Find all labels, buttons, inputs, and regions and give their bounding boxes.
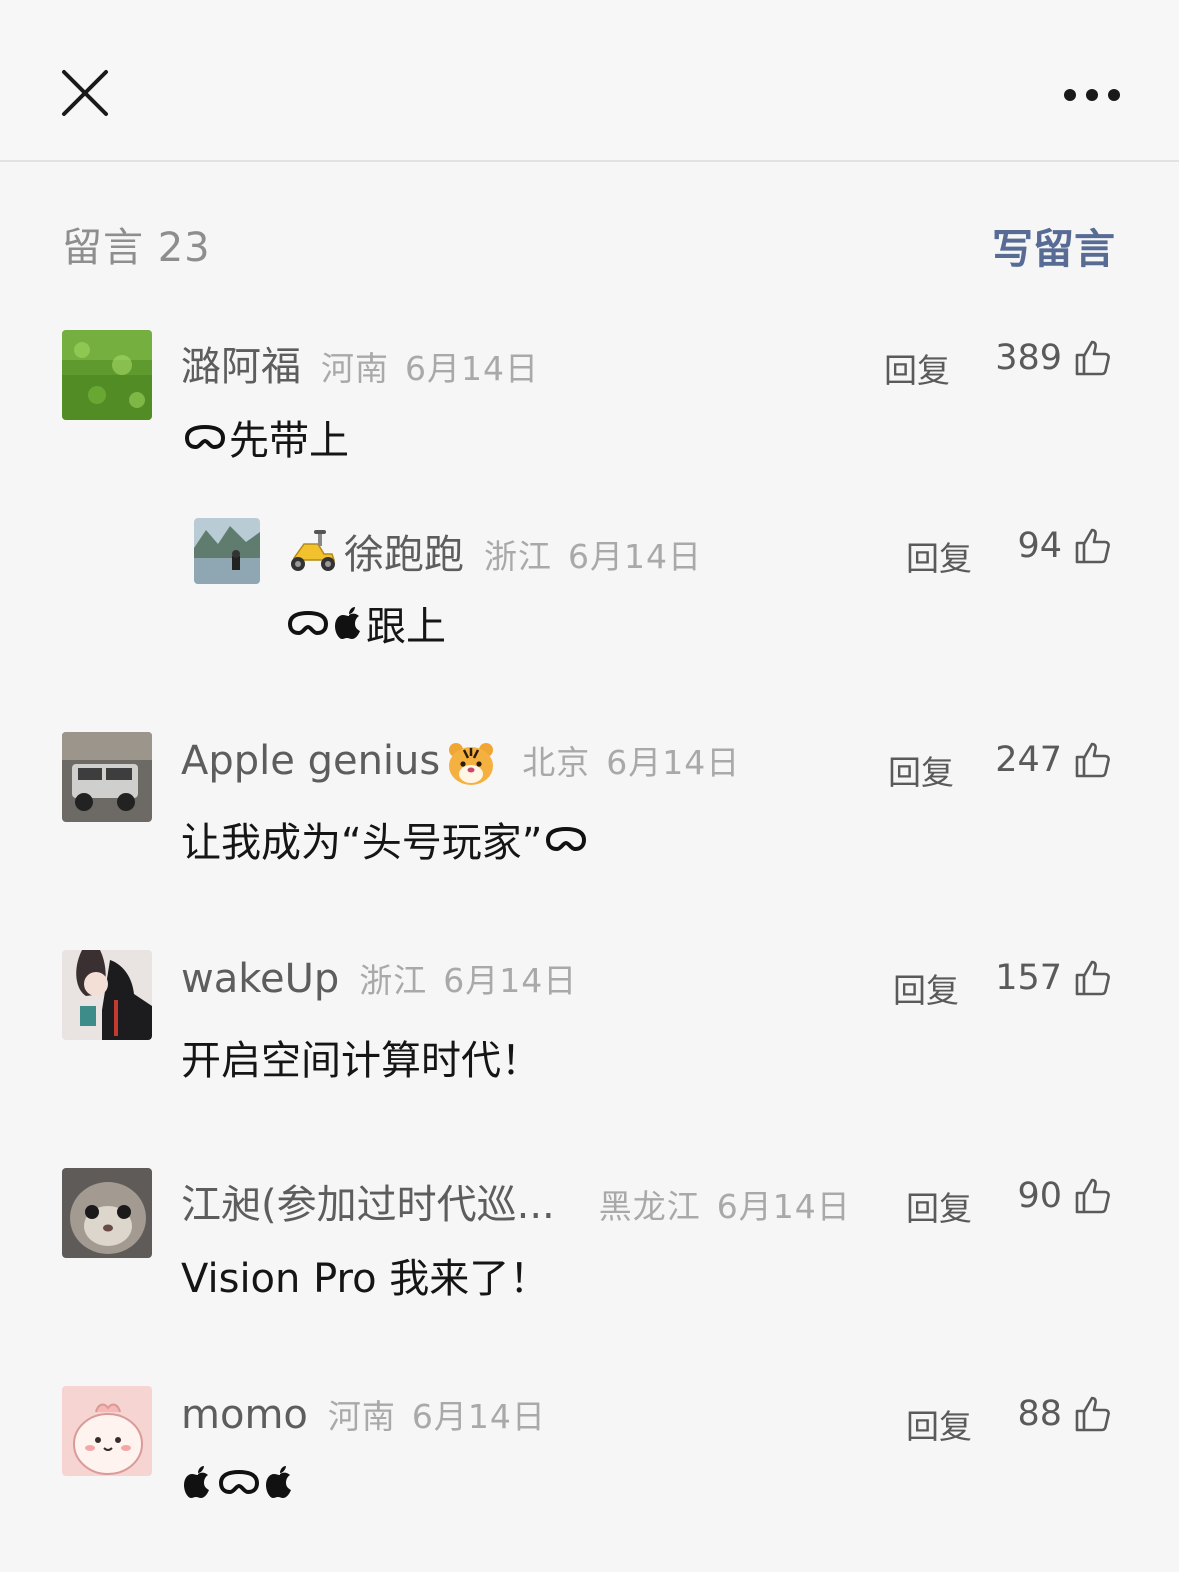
write-comment-button[interactable]: 写留言 (992, 215, 1115, 275)
comment-text-content: 开启空间计算时代！ (181, 1038, 541, 1084)
like-button[interactable]: 88 (1017, 1394, 1112, 1434)
author-line: 徐跑跑 浙江 6月14日 (284, 522, 702, 578)
comment-region: 北京 (522, 743, 591, 782)
like-button[interactable]: 389 (995, 338, 1112, 378)
comment-date: 6月14日 (411, 1397, 546, 1436)
author-name[interactable]: 江昶(参加过时代巡... (181, 1172, 555, 1230)
comments-count: 留言 23 (62, 225, 211, 271)
author-name[interactable]: momo (181, 1392, 308, 1438)
comment-region: 河南 (327, 1397, 396, 1436)
like-button[interactable]: 94 (1017, 526, 1112, 566)
like-count: 247 (995, 740, 1062, 780)
comment-item: Apple genius 北京 6月14日 回复 247 让我成为“头号玩家” (0, 732, 1179, 882)
author-line: momo 河南 6月14日 (181, 1390, 546, 1446)
like-count: 157 (995, 958, 1062, 998)
thumbs-up-icon (1075, 1178, 1110, 1214)
comment-text (181, 1464, 297, 1500)
apple-logo-icon (184, 1466, 209, 1498)
author-line: wakeUp 浙江 6月14日 (181, 954, 577, 1010)
like-button[interactable]: 157 (995, 958, 1112, 998)
apple-logo-icon (335, 607, 360, 639)
vision-pro-icon (218, 1469, 260, 1495)
close-icon[interactable] (58, 66, 112, 120)
avatar[interactable] (62, 1386, 152, 1476)
comment-text: 让我成为“头号玩家” (181, 810, 590, 868)
reply-button[interactable]: 回复 (893, 964, 959, 1012)
author-line: Apple genius 北京 6月14日 (181, 736, 740, 792)
author-name[interactable]: wakeUp (181, 956, 339, 1002)
comment-date: 6月14日 (443, 961, 578, 1000)
reply-button[interactable]: 回复 (884, 344, 950, 392)
reply-button[interactable]: 回复 (906, 1182, 972, 1230)
comment-date: 6月14日 (568, 537, 702, 576)
comment-region: 黑龙江 (598, 1187, 701, 1226)
tiger-emoji (449, 743, 494, 785)
comment-text: 先带上 (181, 408, 349, 466)
close-button[interactable] (58, 66, 112, 120)
comment-item: momo 河南 6月14日 回复 88 (0, 1386, 1179, 1536)
scooter-emoji (291, 530, 336, 571)
more-icon[interactable] (1060, 82, 1124, 108)
like-count: 94 (1017, 526, 1062, 566)
avatar[interactable] (62, 950, 152, 1040)
author-line: 潞阿福 河南 6月14日 (181, 334, 539, 390)
comment-date: 6月14日 (405, 349, 539, 388)
comments-header: 留言 23 写留言 (0, 215, 1179, 275)
avatar[interactable] (194, 518, 260, 584)
author-name[interactable]: 徐跑跑 (344, 522, 464, 580)
more-button[interactable] (1060, 82, 1124, 108)
thumbs-up-icon (1075, 960, 1110, 996)
thumbs-up-icon (1075, 528, 1110, 564)
comment-region: 河南 (321, 349, 389, 388)
reply-button[interactable]: 回复 (906, 532, 972, 580)
avatar[interactable] (62, 330, 152, 420)
comment-item: 江昶(参加过时代巡... 黑龙江 6月14日 回复 90 Vision Pro … (0, 1168, 1179, 1318)
reply-button[interactable]: 回复 (888, 746, 954, 794)
comment-item: wakeUp 浙江 6月14日 回复 157 开启空间计算时代！ (0, 950, 1179, 1100)
avatar[interactable] (62, 732, 152, 822)
reply-button[interactable]: 回复 (906, 1400, 972, 1448)
author-line: 江昶(参加过时代巡... 黑龙江 6月14日 (181, 1172, 851, 1228)
comment-text: 跟上 (284, 594, 446, 652)
thumbs-up-icon (1075, 1396, 1110, 1432)
vision-pro-icon (546, 826, 587, 852)
like-button[interactable]: 247 (995, 740, 1112, 780)
like-count: 88 (1017, 1394, 1062, 1434)
apple-logo-icon (266, 1466, 291, 1498)
thumbs-up-icon (1075, 742, 1110, 778)
comment-text: 开启空间计算时代！ (181, 1028, 541, 1086)
comment-item: 潞阿福 河南 6月14日 回复 389 先带上 (0, 330, 1179, 480)
like-count: 389 (995, 338, 1062, 378)
vision-pro-icon (184, 424, 226, 450)
like-button[interactable]: 90 (1017, 1176, 1112, 1216)
comment-text-content: 让我成为“头号玩家” (181, 820, 543, 866)
comment-text: Vision Pro 我来了！ (181, 1246, 549, 1304)
comment-date: 6月14日 (716, 1187, 851, 1226)
reply-item: 徐跑跑 浙江 6月14日 回复 94 跟上 (0, 518, 1179, 650)
top-bar (0, 0, 1179, 162)
avatar[interactable] (62, 1168, 152, 1258)
comment-text-content: Vision Pro 我来了！ (181, 1256, 550, 1302)
vision-pro-icon (287, 610, 329, 636)
author-name[interactable]: 潞阿福 (181, 334, 301, 392)
comment-region: 浙江 (359, 961, 428, 1000)
like-count: 90 (1017, 1176, 1062, 1216)
comment-region: 浙江 (484, 537, 552, 576)
comment-date: 6月14日 (606, 743, 741, 782)
thumbs-up-icon (1075, 340, 1110, 376)
author-name[interactable]: Apple genius (181, 738, 440, 784)
comment-text-content: 跟上 (366, 604, 446, 650)
comment-text-content: 先带上 (229, 418, 349, 464)
